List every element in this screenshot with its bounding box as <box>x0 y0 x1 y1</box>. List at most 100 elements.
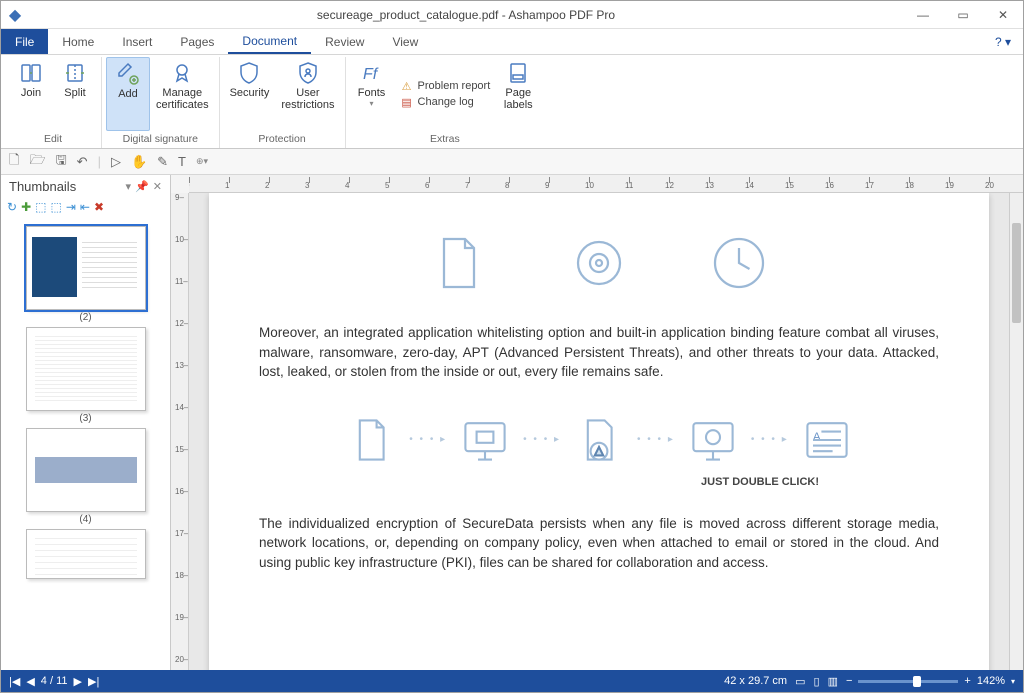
qt-undo-icon[interactable]: ↶ <box>77 154 88 170</box>
thumbnails-panel: Thumbnails ▾ 📌 ✕ ↻ ✚ ⬚ ⬚ ⇥ ⇤ ✖ (2) (3) <box>1 175 171 670</box>
tab-document[interactable]: Document <box>228 29 311 54</box>
help-button[interactable]: ? ▾ <box>983 29 1023 54</box>
manage-certificates-button[interactable]: Manage certificates <box>150 57 215 131</box>
flow-file-icon <box>343 412 399 468</box>
page-labels-button[interactable]: Page labels <box>496 57 540 131</box>
qt-edit-icon[interactable]: ✎ <box>157 154 168 170</box>
thumb-add-icon[interactable]: ✚ <box>21 200 31 214</box>
zoom-in-button[interactable]: + <box>964 675 970 687</box>
flow-lock-file-icon <box>571 412 627 468</box>
page-viewport[interactable]: Moreover, an integrated application whit… <box>189 193 1009 670</box>
thumbnails-header: Thumbnails ▾ 📌 ✕ <box>1 175 170 198</box>
thumbs-menu-icon[interactable]: ▾ <box>126 180 132 193</box>
main-area: Thumbnails ▾ 📌 ✕ ↻ ✚ ⬚ ⬚ ⇥ ⇤ ✖ (2) (3) <box>1 175 1023 670</box>
certificate-icon <box>170 61 194 85</box>
thumb-import-icon[interactable]: ⇥ <box>66 200 76 214</box>
ribbon: Join Split Edit Add Manage certificates … <box>1 55 1023 149</box>
doc-flow-row: • • • ▸ • • • ▸ • • • ▸ • • • ▸ A <box>259 412 939 468</box>
add-signature-icon <box>116 62 140 86</box>
nav-next-icon[interactable]: ▶ <box>74 675 82 688</box>
file-icon <box>429 233 489 293</box>
user-shield-icon <box>296 61 320 85</box>
flow-monitor1-icon <box>457 412 513 468</box>
change-log-button[interactable]: ▤ Change log <box>400 95 491 109</box>
thumb-item[interactable]: (2) <box>26 226 146 323</box>
thumb-item[interactable] <box>26 529 146 579</box>
join-icon <box>19 61 43 85</box>
doc-caption: JUST DOUBLE CLICK! <box>259 476 939 488</box>
ribbon-group-signature: Add Manage certificates Digital signatur… <box>102 57 220 148</box>
doc-paragraph-2: The individualized encryption of SecureD… <box>259 514 939 573</box>
document-area: 0123456789101112131415161718192021 9–10–… <box>171 175 1023 670</box>
thumb-tool4-icon[interactable]: ⬚ <box>50 200 61 214</box>
thumb-item[interactable]: (3) <box>26 327 146 424</box>
zoom-controls: − + 142% ▾ <box>846 675 1015 687</box>
qt-hand-icon[interactable]: ✋ <box>131 154 147 170</box>
join-button[interactable]: Join <box>9 57 53 131</box>
fonts-button[interactable]: Ff Fonts ▾ <box>350 57 394 131</box>
vertical-scrollbar[interactable] <box>1009 193 1023 670</box>
qt-text-icon[interactable]: T <box>178 154 186 169</box>
qt-more-icon[interactable]: ⊕▾ <box>196 156 208 167</box>
qt-new-icon[interactable]: 🗋 <box>9 151 19 173</box>
clock-icon <box>709 233 769 293</box>
user-restrictions-button[interactable]: User restrictions <box>275 57 340 131</box>
warning-icon: ⚠ <box>400 79 414 93</box>
tab-view[interactable]: View <box>378 29 432 54</box>
page-indicator[interactable]: 4 / 11 <box>41 675 68 687</box>
close-button[interactable]: ✕ <box>983 1 1023 29</box>
view-mode-3-icon[interactable]: ▥ <box>828 675 838 688</box>
nav-last-icon[interactable]: ▶| <box>88 675 99 688</box>
thumbs-pin-icon[interactable]: 📌 <box>135 180 149 193</box>
thumb-tool3-icon[interactable]: ⬚ <box>35 200 46 214</box>
maximize-button[interactable]: ▭ <box>943 1 983 29</box>
qt-open-icon[interactable]: 🗁 <box>29 151 45 173</box>
security-button[interactable]: Security <box>224 57 276 131</box>
thumb-delete-icon[interactable]: ✖ <box>94 200 104 214</box>
minimize-button[interactable]: — <box>903 1 943 29</box>
thumbs-close-icon[interactable]: ✕ <box>153 180 162 193</box>
zoom-level[interactable]: 142% <box>977 675 1005 687</box>
flow-document-icon: A <box>799 412 855 468</box>
title-bar: ◆ secureage_product_catalogue.pdf - Asha… <box>1 1 1023 29</box>
pdf-page: Moreover, an integrated application whit… <box>209 193 989 670</box>
page-labels-icon <box>506 61 530 85</box>
zoom-out-button[interactable]: − <box>846 675 852 687</box>
ribbon-group-edit: Join Split Edit <box>5 57 102 148</box>
status-bar: |◀ ◀ 4 / 11 ▶ ▶| 42 x 29.7 cm ▭ ▯ ▥ − + … <box>1 670 1023 692</box>
tab-review[interactable]: Review <box>311 29 378 54</box>
window-title: secureage_product_catalogue.pdf - Ashamp… <box>29 8 903 22</box>
nav-first-icon[interactable]: |◀ <box>9 675 20 688</box>
tab-file[interactable]: File <box>1 29 48 54</box>
tab-home[interactable]: Home <box>48 29 108 54</box>
add-signature-button[interactable]: Add <box>106 57 150 131</box>
thumb-export-icon[interactable]: ⇤ <box>80 200 90 214</box>
quick-toolbar: 🗋 🗁 🖫 ↶ | ▷ ✋ ✎ T ⊕▾ <box>1 149 1023 175</box>
tab-insert[interactable]: Insert <box>108 29 166 54</box>
thumb-rotate-icon[interactable]: ↻ <box>7 200 17 214</box>
ribbon-group-protection: Security User restrictions Protection <box>220 57 346 148</box>
app-icon: ◆ <box>1 5 29 25</box>
doc-paragraph-1: Moreover, an integrated application whit… <box>259 323 939 382</box>
tab-pages[interactable]: Pages <box>166 29 228 54</box>
changelog-icon: ▤ <box>400 95 414 109</box>
view-mode-2-icon[interactable]: ▯ <box>814 675 820 688</box>
vertical-ruler: 9–10–11–12–13–14–15–16–17–18–19–20– <box>171 193 189 670</box>
thumbnails-list[interactable]: (2) (3) (4) <box>1 218 170 670</box>
qt-pointer-icon[interactable]: ▷ <box>111 154 121 170</box>
problem-report-button[interactable]: ⚠ Problem report <box>400 79 491 93</box>
page-nav: |◀ ◀ 4 / 11 ▶ ▶| <box>9 675 99 688</box>
split-button[interactable]: Split <box>53 57 97 131</box>
nav-prev-icon[interactable]: ◀ <box>26 675 34 688</box>
view-mode-1-icon[interactable]: ▭ <box>795 675 805 688</box>
fonts-icon: Ff <box>360 61 384 85</box>
shield-icon <box>237 61 261 85</box>
thumb-item[interactable]: (4) <box>26 428 146 525</box>
doc-icon-row-1 <box>259 233 939 293</box>
menu-tabs: File Home Insert Pages Document Review V… <box>1 29 1023 55</box>
zoom-slider[interactable] <box>858 680 958 683</box>
qt-save-icon[interactable]: 🖫 <box>56 151 67 173</box>
horizontal-ruler: 0123456789101112131415161718192021 <box>189 175 1023 193</box>
page-dimensions: 42 x 29.7 cm <box>724 675 787 687</box>
zoom-dropdown-icon[interactable]: ▾ <box>1011 677 1015 686</box>
